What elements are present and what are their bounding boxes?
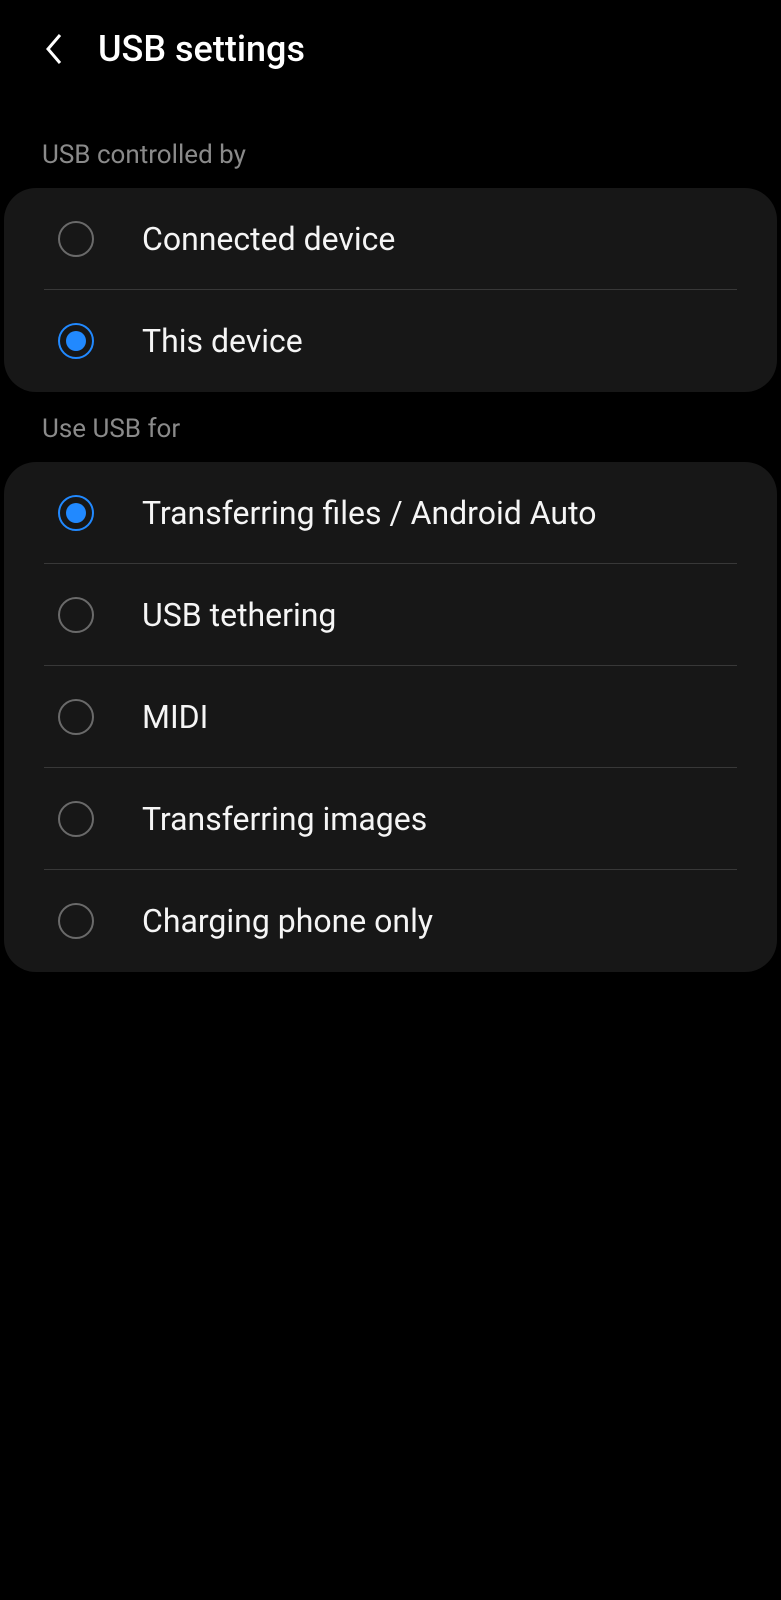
radio-charging-only[interactable]: Charging phone only [4, 870, 777, 972]
radio-transferring-images[interactable]: Transferring images [4, 768, 777, 870]
radio-label: Connected device [142, 220, 395, 258]
radio-label: Charging phone only [142, 902, 433, 940]
radio-label: Transferring files / Android Auto [142, 494, 596, 532]
radio-icon [58, 903, 94, 939]
page-title: USB settings [98, 28, 305, 70]
radio-connected-device[interactable]: Connected device [4, 188, 777, 290]
radio-icon [58, 597, 94, 633]
radio-label: Transferring images [142, 800, 427, 838]
back-icon[interactable] [40, 35, 68, 63]
radio-transferring-files[interactable]: Transferring files / Android Auto [4, 462, 777, 564]
controlled-by-card: Connected device This device [4, 188, 777, 392]
radio-icon [58, 221, 94, 257]
radio-label: This device [142, 322, 303, 360]
header: USB settings [0, 0, 781, 90]
radio-icon [58, 801, 94, 837]
radio-midi[interactable]: MIDI [4, 666, 777, 768]
radio-icon [58, 323, 94, 359]
radio-icon [58, 495, 94, 531]
use-for-card: Transferring files / Android Auto USB te… [4, 462, 777, 972]
section-label-use-for: Use USB for [0, 392, 781, 462]
section-label-controlled-by: USB controlled by [0, 90, 781, 188]
radio-icon [58, 699, 94, 735]
radio-label: MIDI [142, 698, 208, 736]
radio-usb-tethering[interactable]: USB tethering [4, 564, 777, 666]
radio-label: USB tethering [142, 596, 336, 634]
radio-this-device[interactable]: This device [4, 290, 777, 392]
